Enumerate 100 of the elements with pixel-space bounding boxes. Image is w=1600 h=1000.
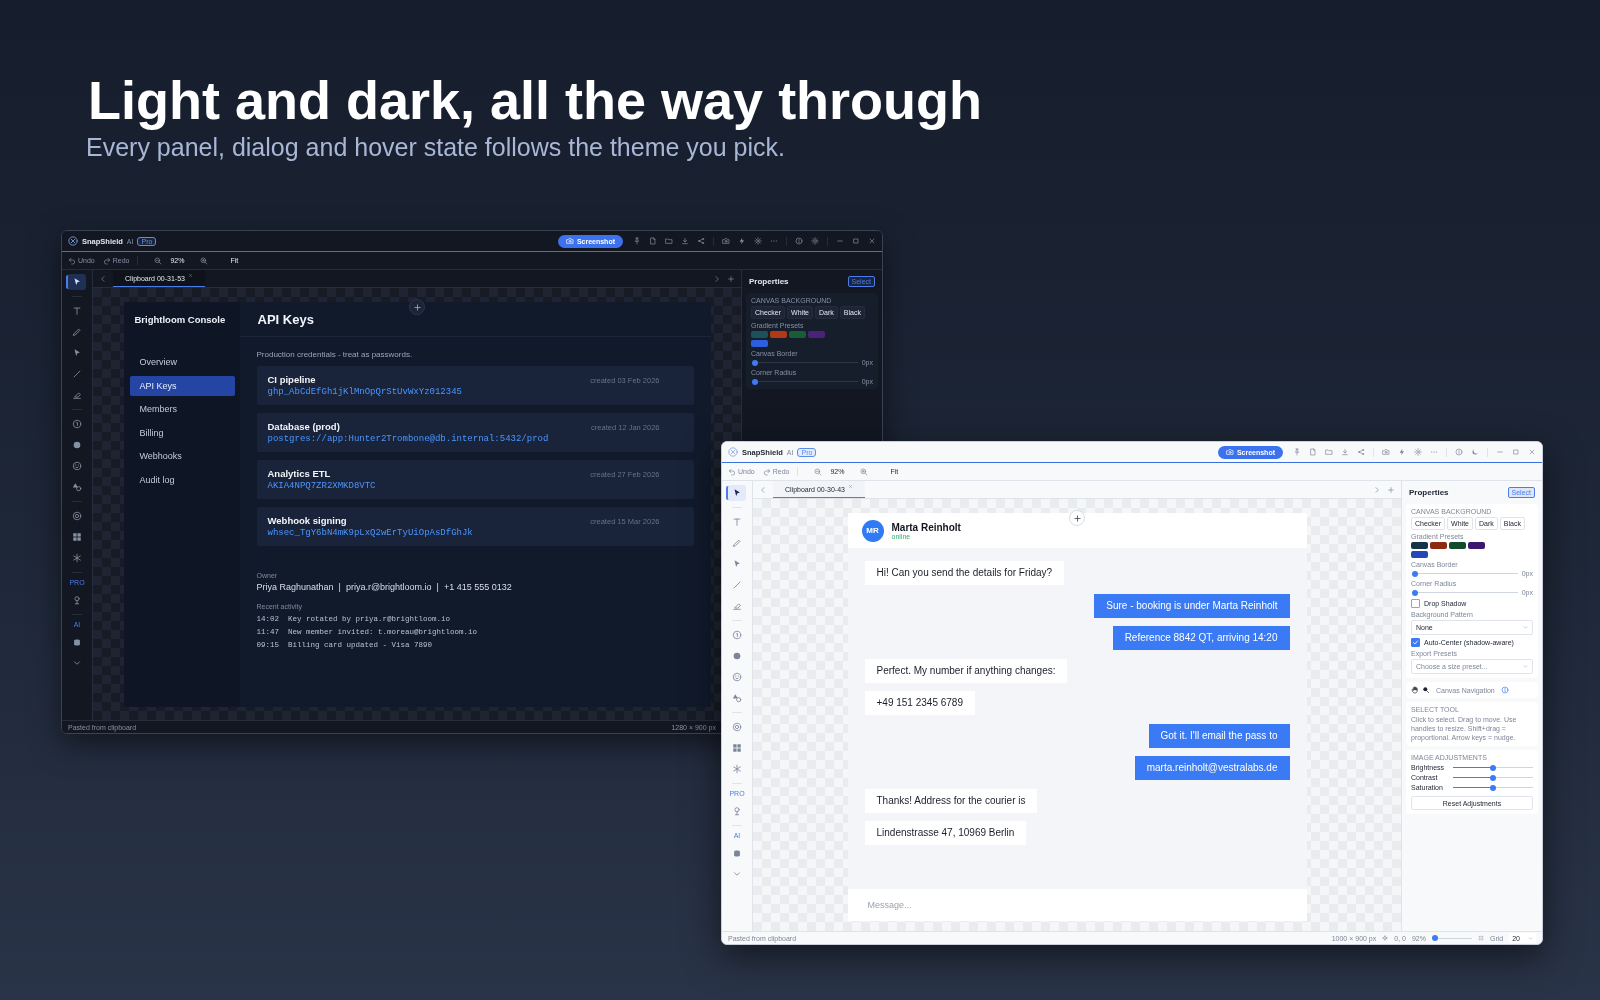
camera-icon — [565, 237, 574, 245]
logo-icon — [68, 236, 78, 246]
nav-item[interactable]: API Keys — [129, 375, 235, 396]
message-field[interactable]: Message... — [847, 889, 1307, 921]
folder-icon[interactable] — [665, 237, 673, 245]
zoom-out-icon[interactable] — [814, 467, 823, 476]
sparkle-icon — [732, 764, 742, 774]
gradient-swatch[interactable] — [751, 331, 768, 338]
camera-icon[interactable] — [1382, 448, 1390, 456]
shapes-icon — [72, 482, 82, 492]
add-button[interactable] — [409, 299, 425, 315]
share-icon[interactable] — [1357, 448, 1365, 456]
pin-icon[interactable] — [633, 237, 641, 245]
chevron-left-icon[interactable] — [99, 274, 107, 283]
message-bubble: Hi! Can you send the details for Friday? — [864, 561, 1065, 585]
maximize-icon[interactable] — [852, 237, 860, 245]
gradient-swatch[interactable] — [751, 340, 768, 347]
more-icon[interactable] — [1430, 448, 1438, 456]
plus-icon[interactable] — [1387, 485, 1395, 494]
info-icon[interactable] — [1455, 448, 1463, 456]
gradient-swatch[interactable] — [1468, 542, 1485, 549]
lightning-icon[interactable] — [738, 237, 746, 245]
chevron-right-icon[interactable] — [1373, 485, 1381, 494]
slider[interactable] — [1453, 784, 1533, 791]
slider-thumb[interactable] — [752, 359, 758, 366]
shapes-icon — [732, 693, 742, 703]
info-icon[interactable] — [795, 237, 803, 245]
gradient-swatch[interactable] — [770, 331, 787, 338]
slider-thumb[interactable] — [1412, 570, 1418, 577]
caret-icon — [1523, 664, 1528, 669]
zoom-in-icon[interactable] — [860, 467, 869, 476]
close-icon[interactable] — [187, 273, 193, 278]
plus-icon[interactable] — [727, 274, 735, 283]
zoom-in-icon[interactable] — [200, 256, 209, 265]
download-icon[interactable] — [1341, 448, 1349, 456]
logo-icon — [728, 447, 738, 457]
slider[interactable] — [755, 359, 858, 366]
close-icon[interactable] — [847, 484, 853, 489]
more-icon[interactable] — [770, 237, 778, 245]
pointer-icon — [72, 348, 82, 358]
pin-icon[interactable] — [1293, 448, 1301, 456]
info-icon[interactable] — [1500, 686, 1509, 694]
grid-dots-icon[interactable] — [1477, 935, 1484, 941]
grid-icon — [732, 743, 742, 753]
text-tool-icon — [72, 306, 82, 316]
console-brand: Brightloom Console — [134, 314, 227, 325]
slider[interactable] — [1415, 570, 1518, 577]
close-icon[interactable] — [868, 237, 876, 245]
gradient-swatch[interactable] — [789, 331, 806, 338]
smiley-icon — [732, 672, 742, 682]
eraser-icon — [732, 601, 742, 611]
slider[interactable] — [755, 378, 858, 385]
gradient-swatch[interactable] — [1411, 542, 1428, 549]
nav-item[interactable]: Overview — [129, 352, 235, 372]
chevron-left-icon[interactable] — [759, 485, 767, 494]
key-name: Database (prod) — [267, 421, 340, 432]
folder-icon[interactable] — [1325, 448, 1333, 456]
close-icon[interactable] — [1528, 448, 1536, 456]
slider-thumb[interactable] — [1490, 784, 1496, 791]
document-icon[interactable] — [1309, 448, 1317, 456]
slider-thumb[interactable] — [1490, 774, 1496, 781]
minimize-icon[interactable] — [836, 237, 844, 245]
slider-thumb[interactable] — [752, 378, 758, 385]
slider-thumb[interactable] — [1412, 589, 1418, 596]
numbered-circle-icon — [732, 630, 742, 640]
chevron-down-icon — [72, 658, 82, 668]
nav-item[interactable]: Audit log — [129, 469, 235, 490]
magnifier-icon[interactable] — [1422, 686, 1430, 694]
download-icon[interactable] — [681, 237, 689, 245]
camera-icon[interactable] — [722, 237, 730, 245]
nav-item[interactable]: Billing — [129, 422, 235, 443]
gradient-swatch[interactable] — [1411, 551, 1428, 558]
target-icon — [732, 722, 742, 732]
slider[interactable] — [1453, 764, 1533, 771]
slider[interactable] — [1431, 935, 1472, 941]
slider-thumb[interactable] — [1490, 764, 1496, 771]
nav-item[interactable]: Webhooks — [129, 446, 235, 466]
gradient-swatch[interactable] — [1430, 542, 1447, 549]
moon-icon[interactable] — [1471, 448, 1479, 456]
tool-button[interactable] — [68, 274, 86, 290]
pin-icon — [72, 595, 82, 605]
share-icon[interactable] — [697, 237, 705, 245]
page-title: API Keys — [257, 312, 315, 327]
chevron-right-icon[interactable] — [713, 274, 721, 283]
document-icon[interactable] — [649, 237, 657, 245]
plus-icon — [1072, 513, 1082, 523]
slider[interactable] — [1415, 589, 1518, 596]
lightning-icon[interactable] — [1398, 448, 1406, 456]
tool-button[interactable] — [728, 485, 746, 501]
checkbox[interactable] — [1411, 599, 1420, 608]
maximize-icon[interactable] — [1512, 448, 1520, 456]
slider-thumb[interactable] — [1432, 935, 1439, 941]
panel-title: Properties — [1409, 488, 1449, 497]
key-name: CI pipeline — [267, 374, 316, 385]
checkbox[interactable] — [1411, 638, 1420, 647]
gradient-swatch[interactable] — [1449, 542, 1466, 549]
slider[interactable] — [1453, 774, 1533, 781]
gradient-swatch[interactable] — [808, 331, 825, 338]
zoom-out-icon[interactable] — [154, 256, 163, 265]
nav-item[interactable]: Members — [129, 399, 235, 419]
